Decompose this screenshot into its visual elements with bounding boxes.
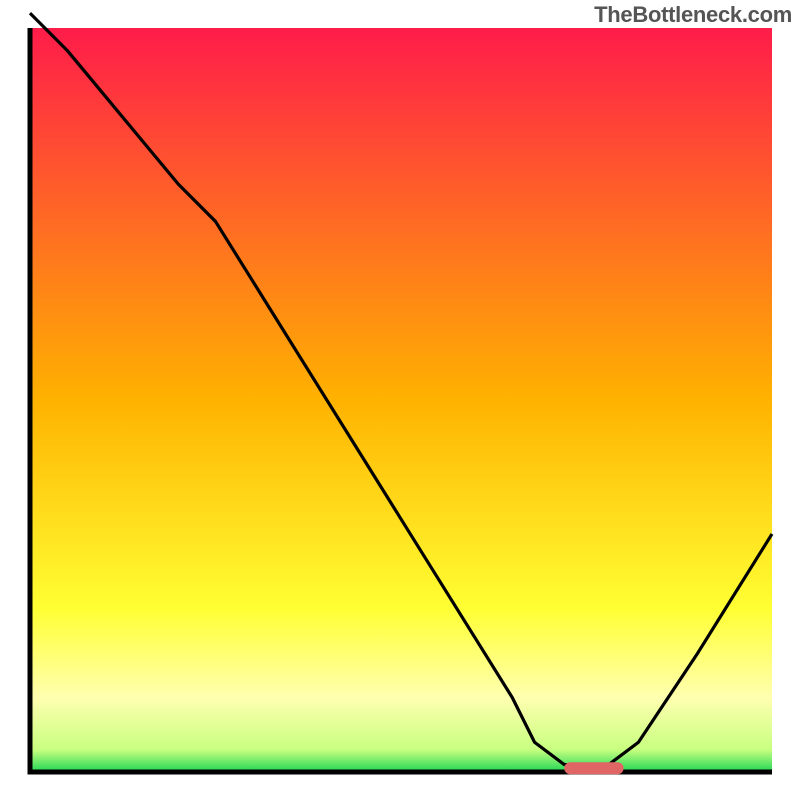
chart-frame: TheBottleneck.com bbox=[0, 0, 800, 800]
bottleneck-chart bbox=[0, 0, 800, 800]
optimal-marker bbox=[564, 762, 623, 774]
